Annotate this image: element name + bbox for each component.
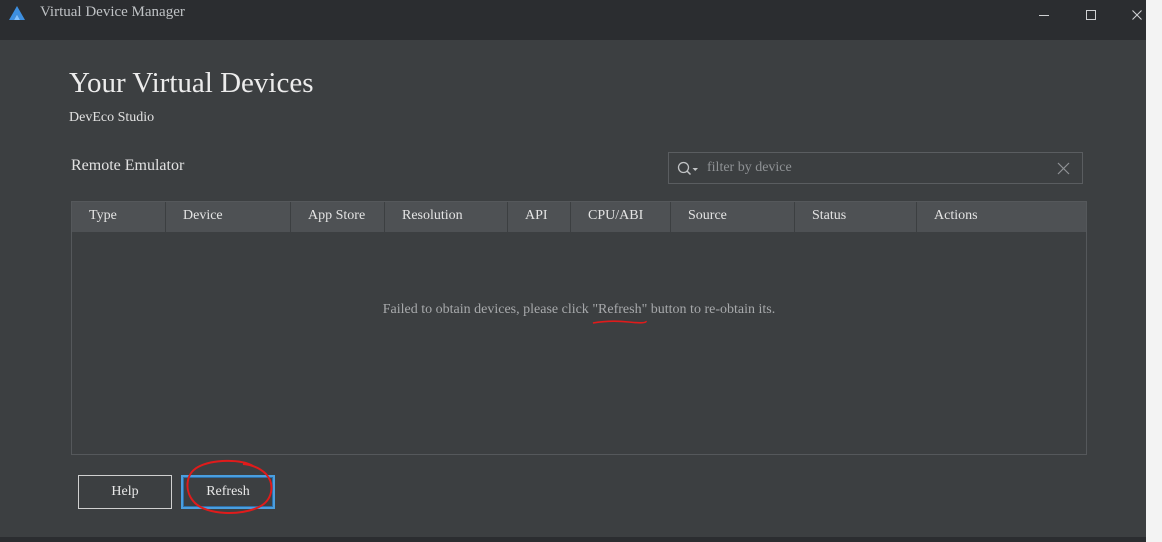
column-header-status[interactable]: Status — [795, 202, 917, 232]
minimize-button[interactable] — [1021, 2, 1067, 28]
search-box[interactable] — [668, 152, 1083, 184]
refresh-button[interactable]: Refresh — [181, 475, 275, 509]
column-header-api[interactable]: API — [508, 202, 571, 232]
window-edge — [1146, 0, 1162, 542]
column-header-app-store[interactable]: App Store — [291, 202, 385, 232]
help-button[interactable]: Help — [78, 475, 172, 509]
search-icon[interactable] — [677, 161, 699, 177]
page-title: Your Virtual Devices — [69, 67, 314, 99]
column-header-type[interactable]: Type — [72, 202, 166, 232]
empty-state-message: Failed to obtain devices, please click "… — [72, 302, 1086, 324]
devices-table: Type Device App Store Resolution API CPU… — [71, 201, 1087, 455]
status-strip — [0, 537, 1146, 542]
main-content: Your Virtual Devices DevEco Studio Remot… — [0, 40, 1146, 537]
maximize-icon — [1086, 10, 1096, 20]
empty-message-text: Failed to obtain devices, please click — [382, 302, 593, 317]
minimize-icon — [1039, 15, 1049, 16]
table-header: Type Device App Store Resolution API CPU… — [72, 202, 1086, 232]
column-header-cpu-abi[interactable]: CPU/ABI — [571, 202, 671, 232]
title-bar: Virtual Device Manager — [0, 0, 1146, 40]
deveco-logo-icon — [9, 6, 25, 20]
empty-message-text-end: button to re-obtain its. — [647, 302, 776, 317]
annotation-underline — [593, 320, 648, 324]
section-label: Remote Emulator — [71, 157, 185, 174]
empty-message-refresh-text: "Refresh" — [592, 302, 648, 324]
window-title: Virtual Device Manager — [40, 4, 185, 20]
clear-search-icon[interactable] — [1057, 162, 1070, 175]
page-subtitle: DevEco Studio — [69, 110, 155, 125]
column-header-source[interactable]: Source — [671, 202, 795, 232]
search-input[interactable] — [707, 157, 1037, 179]
close-icon — [1132, 10, 1142, 20]
column-header-resolution[interactable]: Resolution — [385, 202, 508, 232]
maximize-button[interactable] — [1068, 2, 1114, 28]
empty-message-highlight: "Refresh" — [592, 302, 648, 317]
column-header-actions[interactable]: Actions — [917, 202, 1086, 232]
column-header-device[interactable]: Device — [166, 202, 291, 232]
